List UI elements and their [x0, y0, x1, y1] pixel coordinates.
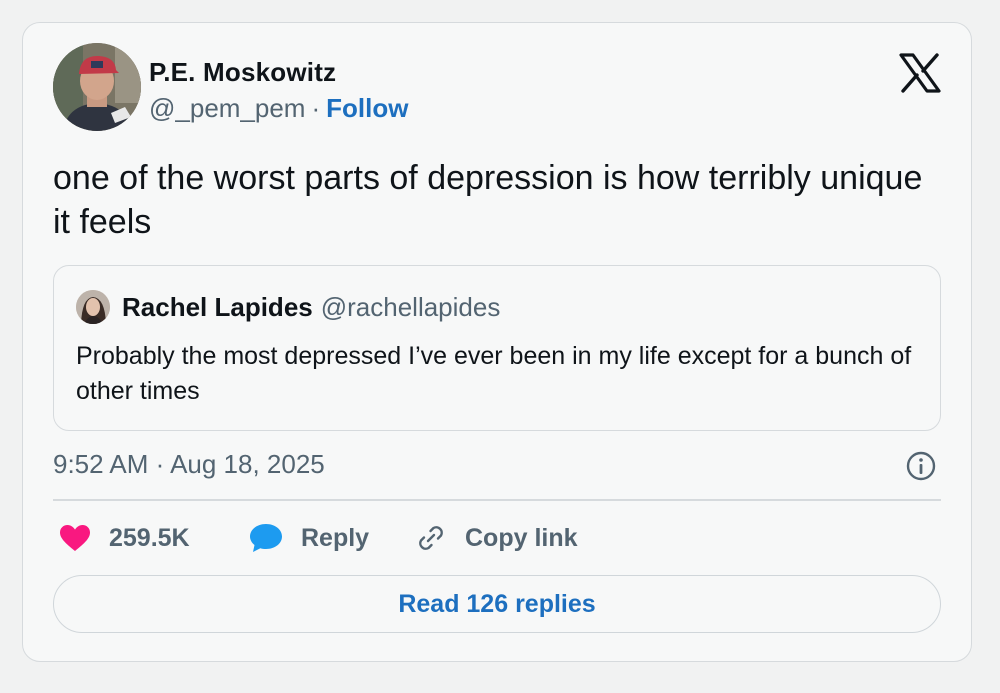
quoted-author-photo [76, 290, 110, 324]
divider [53, 499, 941, 501]
tweet-timestamp[interactable]: 9:52 AM · Aug 18, 2025 [53, 449, 325, 480]
quoted-author-name: Rachel Lapides [122, 292, 313, 322]
quoted-author-handle: @rachellapides [320, 292, 501, 322]
author-handle-row: @_pem_pem · Follow [149, 93, 408, 124]
reply-button[interactable]: Reply [249, 520, 369, 556]
copy-link-label: Copy link [465, 523, 578, 552]
separator-dot: · [311, 93, 321, 123]
copy-link-button[interactable]: Copy link [415, 520, 578, 556]
reply-label: Reply [301, 523, 370, 552]
author-handle[interactable]: @_pem_pem [149, 93, 305, 124]
reply-bubble-icon [250, 524, 282, 552]
like-button[interactable]: 259.5K [59, 520, 190, 556]
tweet-card: P.E. Moskowitz @_pem_pem · Follow one of… [22, 22, 972, 662]
author-name[interactable]: P.E. Moskowitz [149, 57, 336, 88]
heart-icon [60, 525, 90, 551]
quoted-header: Rachel Lapides @rachellapides [122, 292, 500, 323]
x-logo-icon[interactable] [899, 53, 941, 93]
read-replies-button[interactable]: Read 126 replies [53, 575, 941, 633]
info-icon[interactable] [905, 450, 937, 482]
quoted-author-avatar [76, 290, 110, 324]
like-count: 259.5K [109, 523, 190, 552]
quoted-tweet-text: Probably the most depressed I’ve ever be… [76, 342, 912, 405]
tweet-text: one of the worst parts of depression is … [53, 159, 923, 241]
follow-button[interactable]: Follow [326, 93, 408, 124]
link-icon [419, 526, 443, 550]
author-avatar[interactable] [53, 43, 141, 131]
quoted-tweet[interactable]: Rachel Lapides @rachellapides Probably t… [53, 265, 941, 431]
author-photo [53, 43, 141, 131]
